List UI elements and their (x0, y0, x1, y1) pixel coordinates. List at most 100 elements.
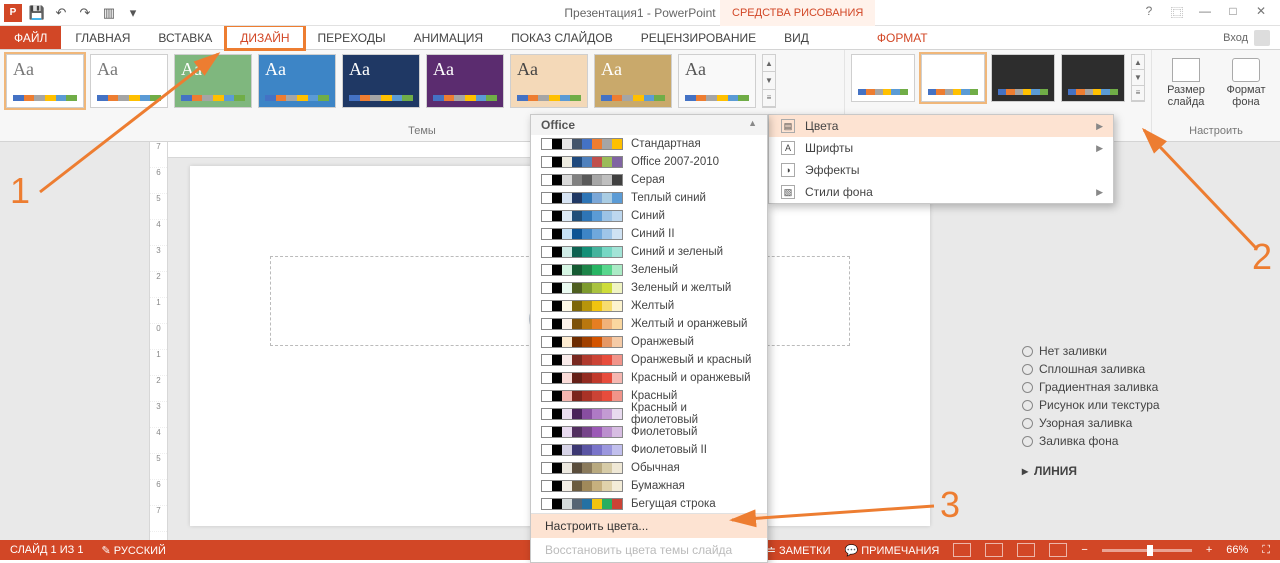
chevron-right-icon: ▶ (1096, 143, 1103, 154)
view-sorter-icon[interactable] (985, 543, 1003, 557)
status-slide-count[interactable]: СЛАЙД 1 ИЗ 1 (10, 544, 83, 556)
close-icon[interactable]: ✕ (1252, 4, 1270, 21)
tab-format[interactable]: ФОРМАТ (863, 26, 942, 49)
slide-thumbnail-pane[interactable] (0, 142, 150, 540)
gallery-more-icon[interactable]: ▲▼≡ (762, 54, 776, 108)
zoom-out-icon[interactable]: − (1081, 544, 1087, 556)
color-scheme-option[interactable]: Оранжевый (531, 333, 767, 351)
dropdown-footer: Настроить цвета... Восстановить цвета те… (531, 513, 767, 562)
format-background-icon (1232, 58, 1260, 82)
qat-more-icon[interactable]: ▾ (124, 4, 142, 22)
app-logo-icon: P (4, 4, 22, 22)
color-scheme-option[interactable]: Оранжевый и красный (531, 351, 767, 369)
variant-thumbnail[interactable] (921, 54, 985, 102)
format-background-button[interactable]: Формат фона (1218, 54, 1274, 112)
tab-home[interactable]: ГЛАВНАЯ (61, 26, 144, 49)
theme-thumbnail[interactable]: Aa (174, 54, 252, 108)
view-normal-icon[interactable] (953, 543, 971, 557)
line-section-header[interactable]: ▸ЛИНИЯ (1022, 464, 1272, 478)
color-scheme-option[interactable]: Желтый (531, 297, 767, 315)
view-slideshow-icon[interactable] (1049, 543, 1067, 557)
minimize-icon[interactable]: — (1196, 4, 1214, 21)
tab-review[interactable]: РЕЦЕНЗИРОВАНИЕ (627, 26, 770, 49)
variant-more-icon[interactable]: ▲▼≡ (1131, 54, 1145, 102)
undo-icon[interactable]: ↶ (52, 4, 70, 22)
color-scheme-option[interactable]: Зеленый (531, 261, 767, 279)
theme-gallery[interactable]: AaAaAaAaAaAaAaAaAa▲▼≡ (6, 54, 838, 108)
chevron-right-icon: ▶ (1096, 121, 1103, 132)
theme-thumbnail[interactable]: Aa (426, 54, 504, 108)
tab-insert[interactable]: ВСТАВКА (144, 26, 226, 49)
submenu-effects[interactable]: ◑ Эффекты (769, 159, 1113, 181)
variant-thumbnail[interactable] (1061, 54, 1125, 102)
fill-option-gradient[interactable]: Градиентная заливка (1022, 378, 1272, 396)
sign-in[interactable]: Вход (1223, 26, 1280, 49)
theme-thumbnail[interactable]: Aa (258, 54, 336, 108)
theme-thumbnail[interactable]: Aa (510, 54, 588, 108)
zoom-in-icon[interactable]: + (1206, 544, 1212, 556)
color-scheme-option[interactable]: Синий (531, 207, 767, 225)
tab-animation[interactable]: АНИМАЦИЯ (400, 26, 497, 49)
submenu-fonts[interactable]: A Шрифты▶ (769, 137, 1113, 159)
title-bar: P 💾 ↶ ↷ ▥ ▾ Презентация1 - PowerPoint СР… (0, 0, 1280, 26)
save-icon[interactable]: 💾 (28, 4, 46, 22)
color-scheme-option[interactable]: Синий II (531, 225, 767, 243)
color-scheme-option[interactable]: Теплый синий (531, 189, 767, 207)
notes-button[interactable]: ≐ ЗАМЕТКИ (767, 544, 831, 557)
color-scheme-option[interactable]: Фиолетовый II (531, 441, 767, 459)
quick-access-toolbar: P 💾 ↶ ↷ ▥ ▾ (0, 4, 142, 22)
fill-option-picture[interactable]: Рисунок или текстура (1022, 396, 1272, 414)
submenu-colors[interactable]: ▤ Цвета▶ (769, 115, 1113, 137)
slide-size-icon (1172, 58, 1200, 82)
tab-slideshow[interactable]: ПОКАЗ СЛАЙДОВ (497, 26, 627, 49)
zoom-value[interactable]: 66% (1226, 544, 1248, 556)
fill-option-none[interactable]: Нет заливки (1022, 342, 1272, 360)
theme-thumbnail[interactable]: Aa (6, 54, 84, 108)
help-icon[interactable]: ? (1140, 4, 1158, 21)
tab-design[interactable]: ДИЗАЙН (226, 26, 303, 49)
color-scheme-option[interactable]: Зеленый и желтый (531, 279, 767, 297)
spellcheck-icon: ✎ (101, 545, 110, 557)
zoom-slider[interactable] (1102, 549, 1192, 552)
color-scheme-option[interactable]: Стандартная (531, 135, 767, 153)
fill-option-solid[interactable]: Сплошная заливка (1022, 360, 1272, 378)
variant-thumbnail[interactable] (991, 54, 1055, 102)
theme-thumbnail[interactable]: Aa (594, 54, 672, 108)
variant-gallery[interactable]: ▲▼≡ (851, 54, 1145, 102)
palette-icon: ▤ (781, 119, 795, 133)
status-language[interactable]: ✎ РУССКИЙ (101, 544, 165, 557)
tab-view[interactable]: ВИД (770, 26, 823, 49)
scroll-up-icon[interactable]: ▲ (748, 118, 757, 132)
tab-transitions[interactable]: ПЕРЕХОДЫ (304, 26, 400, 49)
color-scheme-option[interactable]: Синий и зеленый (531, 243, 767, 261)
scheme-list[interactable]: СтандартнаяOffice 2007-2010СераяТеплый с… (531, 135, 767, 513)
submenu-background-styles[interactable]: ▧ Стили фона▶ (769, 181, 1113, 203)
view-reading-icon[interactable] (1017, 543, 1035, 557)
fill-option-pattern[interactable]: Узорная заливка (1022, 414, 1272, 432)
comments-button[interactable]: 💬 ПРИМЕЧАНИЯ (845, 544, 940, 557)
color-scheme-option[interactable]: Обычная (531, 459, 767, 477)
color-scheme-option[interactable]: Office 2007-2010 (531, 153, 767, 171)
theme-thumbnail[interactable]: Aa (678, 54, 756, 108)
color-scheme-option[interactable]: Желтый и оранжевый (531, 315, 767, 333)
maximize-icon[interactable]: □ (1224, 4, 1242, 21)
window-controls: ? ⿴ — □ ✕ (1134, 0, 1276, 25)
color-scheme-option[interactable]: Серая (531, 171, 767, 189)
redo-icon[interactable]: ↷ (76, 4, 94, 22)
fit-to-window-icon[interactable]: ⛶ (1262, 544, 1270, 557)
color-scheme-option[interactable]: Красный и фиолетовый (531, 405, 767, 423)
color-scheme-option[interactable]: Бегущая строка (531, 495, 767, 513)
color-scheme-option[interactable]: Красный и оранжевый (531, 369, 767, 387)
variant-thumbnail[interactable] (851, 54, 915, 102)
customize-colors[interactable]: Настроить цвета... (531, 514, 767, 538)
slide-size-button[interactable]: Размер слайда (1158, 54, 1214, 112)
color-scheme-option[interactable]: Бумажная (531, 477, 767, 495)
theme-thumbnail[interactable]: Aa (342, 54, 420, 108)
fill-option-slide-bg[interactable]: Заливка фона (1022, 432, 1272, 450)
tab-file[interactable]: ФАЙЛ (0, 26, 61, 49)
theme-thumbnail[interactable]: Aa (90, 54, 168, 108)
ribbon-collapse-icon[interactable]: ⿴ (1168, 4, 1186, 21)
reset-theme-colors: Восстановить цвета темы слайда (531, 538, 767, 562)
start-slideshow-icon[interactable]: ▥ (100, 4, 118, 22)
chevron-right-icon: ▶ (1096, 187, 1103, 198)
